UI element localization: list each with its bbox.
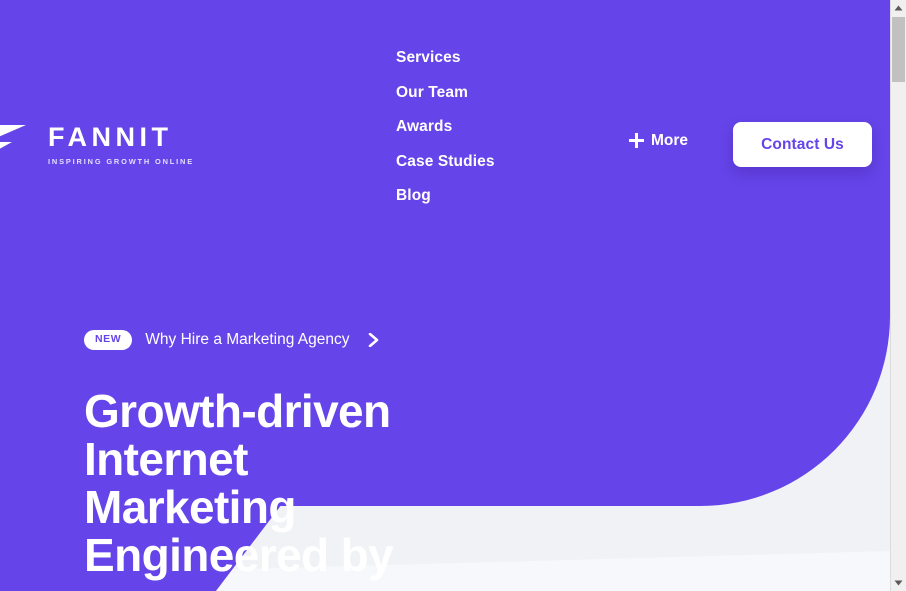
announcement-text: Why Hire a Marketing Agency bbox=[145, 331, 350, 348]
nav-item-awards[interactable]: Awards bbox=[396, 119, 495, 135]
page-canvas: FANNIT INSPIRING GROWTH ONLINE Services … bbox=[0, 0, 890, 591]
nav-item-blog[interactable]: Blog bbox=[396, 188, 495, 204]
plus-icon bbox=[629, 133, 644, 149]
browser-viewport: FANNIT INSPIRING GROWTH ONLINE Services … bbox=[0, 0, 906, 591]
fannit-f-logo-icon bbox=[0, 123, 32, 165]
brand-wordmark: FANNIT INSPIRING GROWTH ONLINE bbox=[48, 122, 195, 166]
nav-item-our-team[interactable]: Our Team bbox=[396, 84, 495, 101]
brand-logo[interactable]: FANNIT INSPIRING GROWTH ONLINE bbox=[0, 122, 194, 165]
site-header: FANNIT INSPIRING GROWTH ONLINE Services … bbox=[0, 0, 890, 290]
scroll-down-button[interactable] bbox=[891, 575, 906, 591]
page-title: Growth-driven Internet Marketing Enginee… bbox=[84, 384, 394, 581]
announcement-link[interactable]: NEW Why Hire a Marketing Agency bbox=[84, 330, 379, 350]
scroll-up-button[interactable] bbox=[891, 0, 906, 16]
brand-tagline: INSPIRING GROWTH ONLINE bbox=[48, 157, 195, 166]
vertical-scrollbar[interactable] bbox=[890, 0, 906, 591]
caret-up-icon bbox=[894, 5, 903, 11]
contact-us-button[interactable]: Contact Us bbox=[733, 122, 872, 167]
nav-item-case-studies[interactable]: Case Studies bbox=[396, 153, 495, 170]
brand-name: FANNIT bbox=[48, 122, 173, 152]
status-badge: NEW bbox=[84, 330, 133, 350]
nav-item-services[interactable]: Services bbox=[396, 50, 495, 66]
scrollbar-thumb[interactable] bbox=[892, 17, 905, 82]
more-menu-button[interactable]: More bbox=[629, 133, 688, 149]
chevron-right-icon bbox=[368, 332, 379, 348]
more-menu-label: More bbox=[651, 132, 689, 149]
caret-down-icon bbox=[894, 580, 903, 586]
hero-content: NEW Why Hire a Marketing Agency Growth-d… bbox=[84, 330, 844, 579]
main-navigation: Services Our Team Awards Case Studies Bl… bbox=[396, 50, 495, 204]
